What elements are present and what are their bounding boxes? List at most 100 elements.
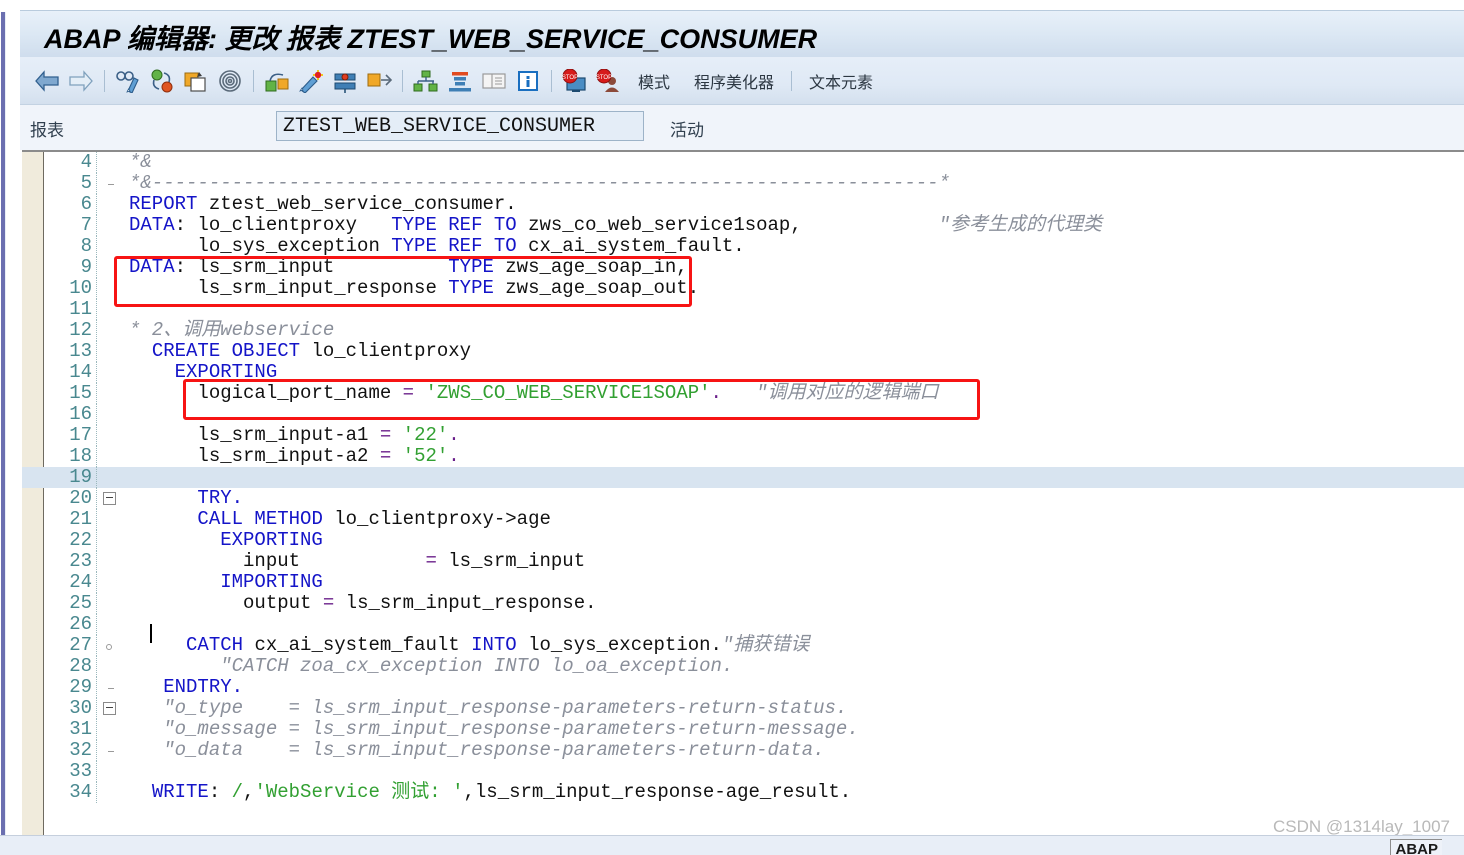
app-window: ABAP 编辑器: 更改 报表 ZTEST_WEB_SERVICE_CONSUM… bbox=[0, 0, 1464, 855]
code-text: input = ls_srm_input bbox=[243, 550, 586, 572]
activate-icon[interactable] bbox=[145, 64, 179, 98]
code-line[interactable]: 4 *& bbox=[22, 152, 1464, 173]
where-used-icon[interactable] bbox=[213, 64, 247, 98]
code-editor[interactable]: 4 *& 5 *&----------------------------------… bbox=[22, 150, 1464, 835]
code-text: EXPORTING bbox=[174, 361, 278, 383]
code-text: *& bbox=[129, 151, 152, 173]
code-line[interactable]: 9 DATA: ls_srm_input TYPE zws_age_soap_in… bbox=[22, 257, 1464, 278]
code-text: "o_type = ls_srm_input_response-paramete… bbox=[163, 697, 848, 719]
status-badge: 活动 bbox=[670, 121, 704, 140]
line-number: 30 bbox=[22, 698, 97, 719]
code-line[interactable]: 31 "o_message = ls_srm_input_response-pa… bbox=[22, 719, 1464, 740]
toolbar-button-mode[interactable]: 模式 bbox=[626, 69, 682, 93]
info-icon[interactable] bbox=[511, 64, 545, 98]
code-line[interactable]: 23 input = ls_srm_input bbox=[22, 551, 1464, 572]
pretty-printer-icon[interactable] bbox=[294, 64, 328, 98]
code-text: WRITE: /,'WebService 测试: ',ls_srm_input_… bbox=[151, 781, 852, 803]
stack-icon[interactable] bbox=[443, 64, 477, 98]
code-line[interactable]: 33 bbox=[22, 761, 1464, 782]
code-line[interactable]: 30 "o_type = ls_srm_input_response-param… bbox=[22, 698, 1464, 719]
report-name-input[interactable] bbox=[276, 111, 644, 141]
check-icon[interactable] bbox=[179, 64, 213, 98]
toolbar-separator bbox=[551, 70, 552, 92]
line-number: 13 bbox=[22, 341, 97, 362]
code-line[interactable]: 19 bbox=[22, 467, 1464, 488]
code-line[interactable]: 10 ls_srm_input_response TYPE zws_age_so… bbox=[22, 278, 1464, 299]
code-line[interactable]: 32 "o_data = ls_srm_input_response-param… bbox=[22, 740, 1464, 761]
line-number: 27 bbox=[22, 635, 97, 656]
window-left-edge bbox=[0, 0, 6, 855]
fold-toggle-icon[interactable] bbox=[97, 492, 121, 505]
code-line[interactable]: 8 lo_sys_exception TYPE REF TO cx_ai_sys… bbox=[22, 236, 1464, 257]
code-text: "o_data = ls_srm_input_response-paramete… bbox=[163, 739, 825, 761]
main-toolbar: STOP STOP 模式 程序美化器 文本元素 bbox=[20, 57, 1464, 105]
line-number: 18 bbox=[22, 446, 97, 467]
code-line[interactable]: 22 EXPORTING bbox=[22, 530, 1464, 551]
code-line[interactable]: 7 DATA: lo_clientproxy TYPE REF TO zws_co… bbox=[22, 215, 1464, 236]
code-line[interactable]: 17 ls_srm_input-a1 = '22'. bbox=[22, 425, 1464, 446]
code-text: REPORT ztest_web_service_consumer. bbox=[129, 193, 517, 215]
code-text: DATA: lo_clientproxy TYPE REF TO zws_co_… bbox=[129, 214, 1102, 236]
toolbar-separator bbox=[402, 70, 403, 92]
line-number: 20 bbox=[22, 488, 97, 509]
line-number: 10 bbox=[22, 278, 97, 299]
code-text: ls_srm_input-a1 = '22'. bbox=[197, 424, 460, 446]
code-text: lo_sys_exception TYPE REF TO cx_ai_syste… bbox=[129, 235, 745, 257]
debug-icon[interactable] bbox=[328, 64, 362, 98]
display-change-icon[interactable] bbox=[111, 64, 145, 98]
line-number: 31 bbox=[22, 719, 97, 740]
line-number: 15 bbox=[22, 383, 97, 404]
breakpoint-user-icon[interactable]: STOP bbox=[592, 64, 626, 98]
code-line[interactable]: 28 "CATCH zoa_cx_exception INTO lo_oa_ex… bbox=[22, 656, 1464, 677]
code-line[interactable]: 25 output = ls_srm_input_response. bbox=[22, 593, 1464, 614]
code-line[interactable]: 29 ENDTRY. bbox=[22, 677, 1464, 698]
code-line[interactable]: 18 ls_srm_input-a2 = '52'. bbox=[22, 446, 1464, 467]
code-lines-container[interactable]: 4 *& 5 *&----------------------------------… bbox=[22, 152, 1464, 835]
code-line[interactable]: 11 bbox=[22, 299, 1464, 320]
code-line[interactable]: 15 logical_port_name = 'ZWS_CO_WEB_SERVI… bbox=[22, 383, 1464, 404]
code-text: output = ls_srm_input_response. bbox=[243, 592, 597, 614]
list-icon[interactable] bbox=[477, 64, 511, 98]
line-number: 24 bbox=[22, 572, 97, 593]
line-number: 29 bbox=[22, 677, 97, 698]
code-line[interactable]: 13 CREATE OBJECT lo_clientproxy bbox=[22, 341, 1464, 362]
line-number: 21 bbox=[22, 509, 97, 530]
pattern-icon[interactable] bbox=[260, 64, 294, 98]
line-number: 33 bbox=[22, 761, 97, 782]
code-text: "o_message = ls_srm_input_response-param… bbox=[163, 718, 859, 740]
code-line[interactable]: 5 *&-------------------------------------… bbox=[22, 173, 1464, 194]
code-line[interactable]: 26 bbox=[22, 614, 1464, 635]
line-number: 7 bbox=[22, 215, 97, 236]
line-number: 8 bbox=[22, 236, 97, 257]
code-text: ls_srm_input_response TYPE zws_age_soap_… bbox=[129, 277, 700, 299]
line-number: 25 bbox=[22, 593, 97, 614]
line-number: 17 bbox=[22, 425, 97, 446]
toolbar-button-text-elements[interactable]: 文本元素 bbox=[797, 69, 885, 93]
code-text: ENDTRY. bbox=[163, 676, 244, 698]
code-line[interactable]: 20 TRY. bbox=[22, 488, 1464, 509]
toolbar-button-pretty-printer[interactable]: 程序美化器 bbox=[682, 69, 786, 93]
code-line[interactable]: 12 * 2、调用webservice bbox=[22, 320, 1464, 341]
code-line[interactable]: 21 CALL METHOD lo_clientproxy->age bbox=[22, 509, 1464, 530]
code-line[interactable]: 34 WRITE: /,'WebService 测试: ',ls_srm_inp… bbox=[22, 782, 1464, 803]
csdn-watermark: CSDN @1314lay_1007 bbox=[1273, 817, 1450, 836]
code-line[interactable]: 14 EXPORTING bbox=[22, 362, 1464, 383]
code-text: EXPORTING bbox=[220, 529, 323, 551]
fold-toggle-icon[interactable] bbox=[97, 702, 121, 715]
editor-tab-abap[interactable]: ABAP bbox=[1390, 839, 1442, 855]
breakpoint-session-icon[interactable]: STOP bbox=[558, 64, 592, 98]
code-line[interactable]: 16 bbox=[22, 404, 1464, 425]
code-text: IMPORTING bbox=[220, 571, 323, 593]
hierarchy-icon[interactable] bbox=[409, 64, 443, 98]
line-number: 26 bbox=[22, 614, 97, 635]
code-text: CATCH cx_ai_system_fault INTO lo_sys_exc… bbox=[186, 634, 810, 656]
code-line[interactable]: 24 IMPORTING bbox=[22, 572, 1464, 593]
line-number: 34 bbox=[22, 782, 97, 803]
back-arrow-icon[interactable] bbox=[30, 64, 64, 98]
code-line[interactable]: 6 REPORT ztest_web_service_consumer. bbox=[22, 194, 1464, 215]
forward-arrow-icon[interactable] bbox=[64, 64, 98, 98]
code-line[interactable]: 27 CATCH cx_ai_system_fault INTO lo_sys_… bbox=[22, 635, 1464, 656]
navigate-icon[interactable] bbox=[362, 64, 396, 98]
